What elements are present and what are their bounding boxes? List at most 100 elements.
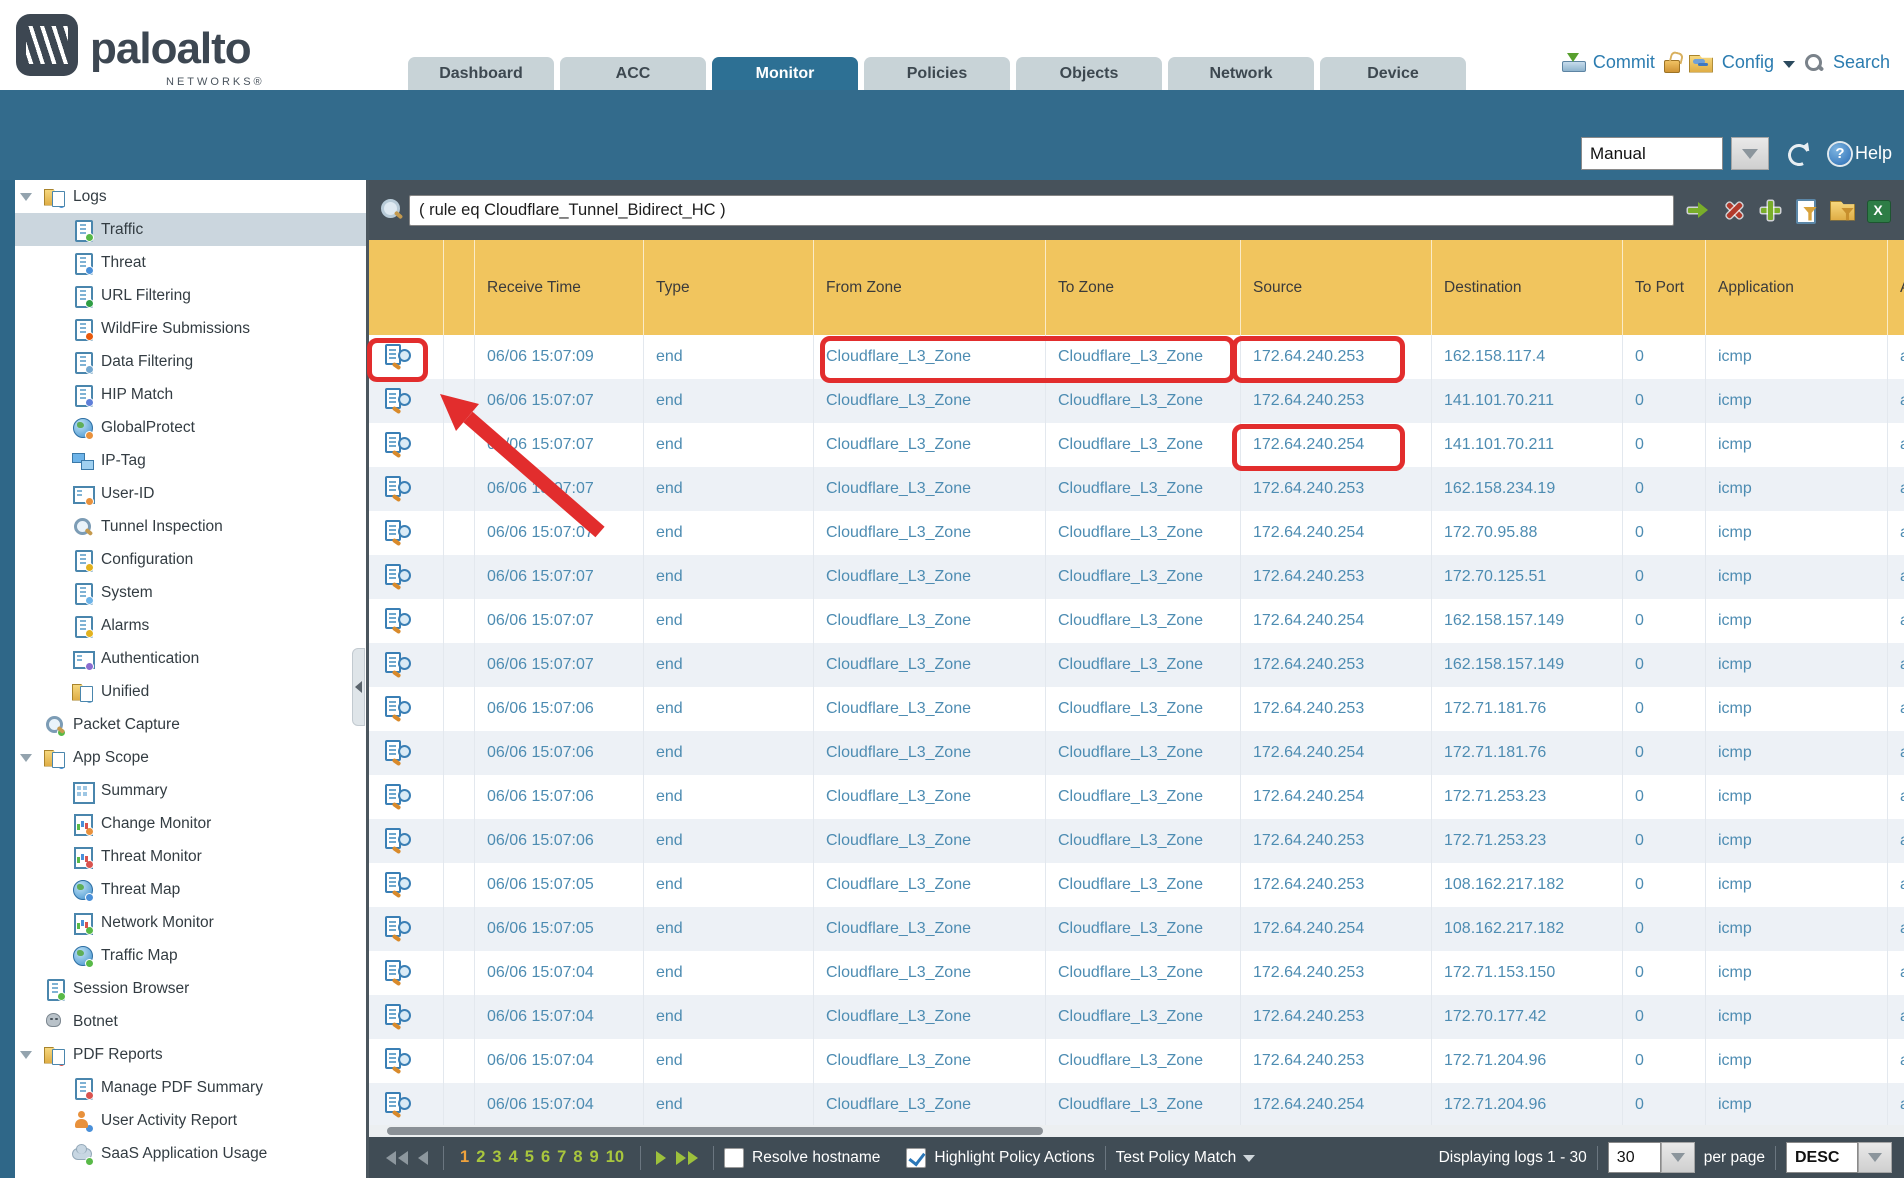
column-header-to-zone[interactable]: To Zone: [1046, 240, 1241, 335]
expander-icon[interactable]: [20, 1051, 32, 1059]
horizontal-scrollbar[interactable]: [369, 1125, 1904, 1137]
sidebar-item-threat-map[interactable]: Threat Map: [0, 873, 366, 906]
log-row[interactable]: 06/06 15:07:06endCloudflare_L3_ZoneCloud…: [369, 819, 1904, 863]
column-header-type[interactable]: Type: [644, 240, 814, 335]
per-page-select[interactable]: 30: [1608, 1142, 1661, 1173]
log-row[interactable]: 06/06 15:07:07endCloudflare_L3_ZoneCloud…: [369, 511, 1904, 555]
sidebar-item-ip-tag[interactable]: IP-Tag: [0, 444, 366, 477]
page-number-3[interactable]: 3: [492, 1148, 501, 1167]
refresh-mode-dropdown-button[interactable]: [1731, 137, 1769, 170]
log-row[interactable]: 06/06 15:07:07endCloudflare_L3_ZoneCloud…: [369, 379, 1904, 423]
log-row[interactable]: 06/06 15:07:04endCloudflare_L3_ZoneCloud…: [369, 1039, 1904, 1083]
log-row[interactable]: 06/06 15:07:06endCloudflare_L3_ZoneCloud…: [369, 687, 1904, 731]
next-page-button[interactable]: [651, 1151, 671, 1165]
log-detail-button[interactable]: [369, 951, 444, 995]
search-button[interactable]: Search: [1833, 52, 1890, 73]
sidebar-item-wildfire-submissions[interactable]: WildFire Submissions: [0, 312, 366, 345]
load-filter-icon[interactable]: [1830, 198, 1855, 223]
sidebar-collapse-handle[interactable]: [352, 648, 365, 726]
add-filter-icon[interactable]: [1758, 198, 1783, 223]
page-number-5[interactable]: 5: [525, 1148, 534, 1167]
sidebar-item-traffic[interactable]: Traffic: [0, 213, 366, 246]
page-number-9[interactable]: 9: [590, 1148, 599, 1167]
config-button[interactable]: Config: [1722, 52, 1774, 73]
sidebar-item-globalprotect[interactable]: GlobalProtect: [0, 411, 366, 444]
log-row[interactable]: 06/06 15:07:04endCloudflare_L3_ZoneCloud…: [369, 951, 1904, 995]
page-number-1[interactable]: 1: [460, 1148, 469, 1167]
log-detail-button[interactable]: [369, 599, 444, 643]
log-row[interactable]: 06/06 15:07:04endCloudflare_L3_ZoneCloud…: [369, 1083, 1904, 1125]
page-number-7[interactable]: 7: [557, 1148, 566, 1167]
column-header-to-port[interactable]: To Port: [1623, 240, 1706, 335]
tab-policies[interactable]: Policies: [864, 57, 1010, 90]
page-number-6[interactable]: 6: [541, 1148, 550, 1167]
highlight-policy-actions-checkbox[interactable]: [906, 1148, 926, 1168]
clear-filter-icon[interactable]: [1722, 198, 1747, 223]
resolve-hostname-checkbox[interactable]: [724, 1148, 744, 1168]
sidebar-item-threat-monitor[interactable]: Threat Monitor: [0, 840, 366, 873]
sidebar-item-tunnel-inspection[interactable]: Tunnel Inspection: [0, 510, 366, 543]
sidebar-item-authentication[interactable]: Authentication: [0, 642, 366, 675]
column-header-blank[interactable]: [369, 240, 444, 335]
sidebar-item-manage-pdf-summary[interactable]: Manage PDF Summary: [0, 1071, 366, 1104]
sidebar-item-packet-capture[interactable]: Packet Capture: [0, 708, 366, 741]
log-detail-button[interactable]: [369, 511, 444, 555]
tab-acc[interactable]: ACC: [560, 57, 706, 90]
sidebar-item-data-filtering[interactable]: Data Filtering: [0, 345, 366, 378]
per-page-dropdown-button[interactable]: [1661, 1142, 1695, 1173]
sidebar-item-threat[interactable]: Threat: [0, 246, 366, 279]
log-row[interactable]: 06/06 15:07:04endCloudflare_L3_ZoneCloud…: [369, 995, 1904, 1039]
expander-icon[interactable]: [20, 754, 32, 762]
tab-objects[interactable]: Objects: [1016, 57, 1162, 90]
log-detail-button[interactable]: [369, 819, 444, 863]
log-row[interactable]: 06/06 15:07:07endCloudflare_L3_ZoneCloud…: [369, 423, 1904, 467]
log-row[interactable]: 06/06 15:07:06endCloudflare_L3_ZoneCloud…: [369, 731, 1904, 775]
sidebar-item-url-filtering[interactable]: URL Filtering: [0, 279, 366, 312]
log-row[interactable]: 06/06 15:07:07endCloudflare_L3_ZoneCloud…: [369, 643, 1904, 687]
column-header-blank[interactable]: [444, 240, 475, 335]
log-detail-button[interactable]: [369, 467, 444, 511]
log-detail-button[interactable]: [369, 1039, 444, 1083]
apply-filter-icon[interactable]: [1686, 198, 1711, 223]
last-page-button[interactable]: [671, 1151, 703, 1165]
sidebar-item-pdf-reports[interactable]: PDF Reports: [0, 1038, 366, 1071]
log-detail-button[interactable]: [369, 775, 444, 819]
filter-query-input[interactable]: [409, 195, 1674, 226]
lock-icon[interactable]: [1664, 60, 1680, 73]
tab-dashboard[interactable]: Dashboard: [408, 57, 554, 90]
log-detail-button[interactable]: [369, 687, 444, 731]
export-icon[interactable]: [1866, 198, 1891, 223]
page-number-2[interactable]: 2: [476, 1148, 485, 1167]
sidebar-item-logs[interactable]: Logs: [0, 180, 366, 213]
sidebar-item-user-id[interactable]: User-ID: [0, 477, 366, 510]
sidebar-item-unified[interactable]: Unified: [0, 675, 366, 708]
filter-builder-icon[interactable]: [1794, 198, 1819, 223]
log-detail-button[interactable]: [369, 379, 444, 423]
refresh-icon[interactable]: [1785, 141, 1811, 167]
tab-monitor[interactable]: Monitor: [712, 57, 858, 90]
sidebar-item-alarms[interactable]: Alarms: [0, 609, 366, 642]
tab-device[interactable]: Device: [1320, 57, 1466, 90]
sidebar-item-traffic-map[interactable]: Traffic Map: [0, 939, 366, 972]
sidebar-item-change-monitor[interactable]: Change Monitor: [0, 807, 366, 840]
log-row[interactable]: 06/06 15:07:07endCloudflare_L3_ZoneCloud…: [369, 599, 1904, 643]
column-header-a[interactable]: A: [1888, 240, 1904, 335]
column-header-source[interactable]: Source: [1241, 240, 1432, 335]
log-row[interactable]: 06/06 15:07:05endCloudflare_L3_ZoneCloud…: [369, 863, 1904, 907]
config-caret-icon[interactable]: [1783, 61, 1795, 68]
sidebar-item-hip-match[interactable]: HIP Match: [0, 378, 366, 411]
column-header-from-zone[interactable]: From Zone: [814, 240, 1046, 335]
prev-page-button[interactable]: [413, 1151, 433, 1165]
log-detail-button[interactable]: [369, 555, 444, 599]
sidebar-item-network-monitor[interactable]: Network Monitor: [0, 906, 366, 939]
scrollbar-thumb[interactable]: [387, 1127, 1043, 1135]
sidebar-item-botnet[interactable]: Botnet: [0, 1005, 366, 1038]
log-detail-button[interactable]: [369, 643, 444, 687]
log-row[interactable]: 06/06 15:07:05endCloudflare_L3_ZoneCloud…: [369, 907, 1904, 951]
log-detail-button[interactable]: [369, 423, 444, 467]
sidebar-item-app-scope[interactable]: App Scope: [0, 741, 366, 774]
test-policy-match-button[interactable]: Test Policy Match: [1116, 1149, 1256, 1167]
page-number-4[interactable]: 4: [509, 1148, 518, 1167]
log-row[interactable]: 06/06 15:07:09endCloudflare_L3_ZoneCloud…: [369, 335, 1904, 379]
column-header-destination[interactable]: Destination: [1432, 240, 1623, 335]
